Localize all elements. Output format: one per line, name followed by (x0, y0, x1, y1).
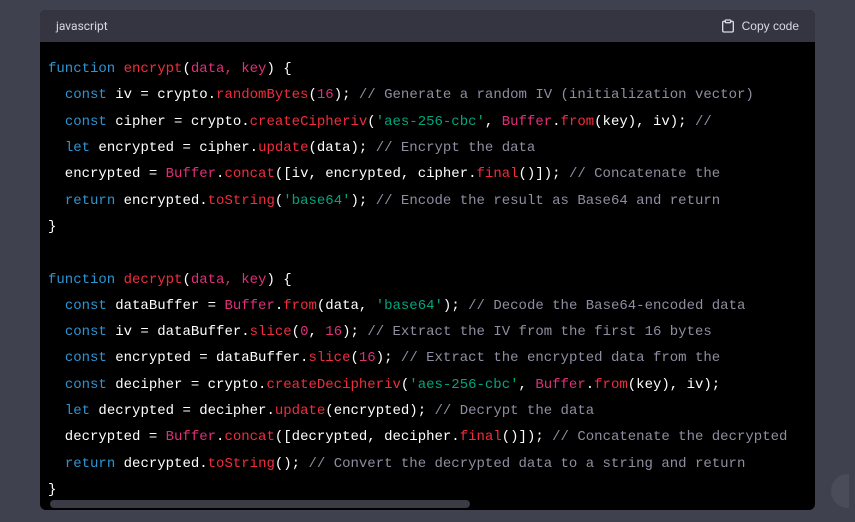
clipboard-icon (720, 18, 736, 34)
scroll-down-button[interactable] (831, 474, 849, 508)
code-header: javascript Copy code (40, 10, 815, 42)
copy-code-button[interactable]: Copy code (720, 18, 799, 34)
code-content: function encrypt(data, key) { const iv =… (48, 56, 815, 503)
code-block: javascript Copy code function encrypt(da… (40, 10, 815, 510)
horizontal-scrollbar-thumb[interactable] (50, 500, 470, 508)
code-body[interactable]: function encrypt(data, key) { const iv =… (40, 42, 815, 510)
language-label: javascript (56, 19, 108, 33)
copy-code-label: Copy code (742, 19, 799, 33)
